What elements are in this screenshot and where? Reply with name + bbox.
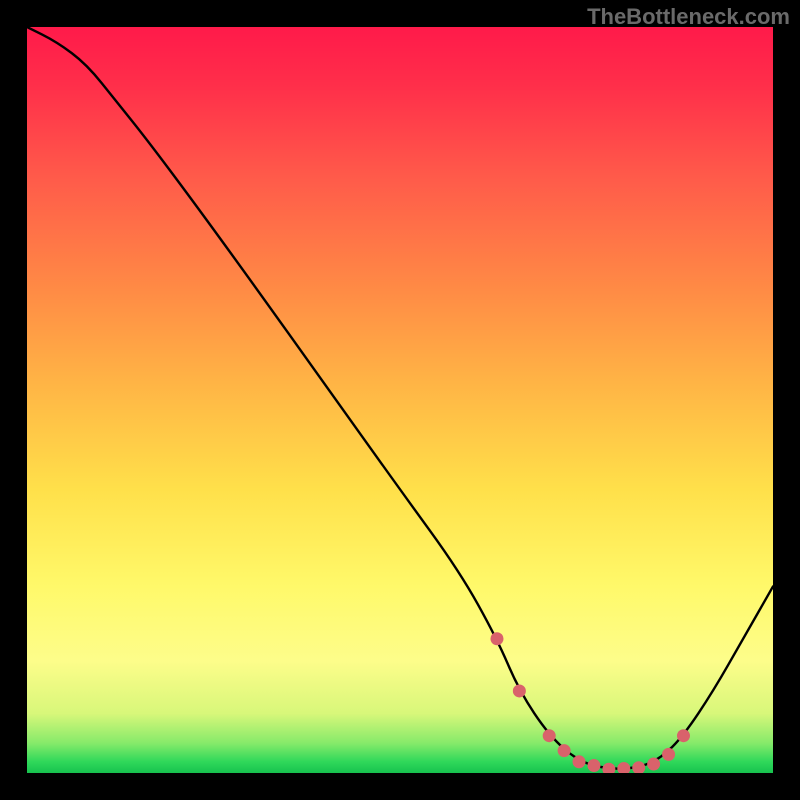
marker-dot	[543, 729, 556, 742]
marker-dot	[602, 763, 615, 773]
marker-dot	[513, 684, 526, 697]
chart-curve	[27, 27, 773, 769]
marker-dot	[558, 744, 571, 757]
marker-dot	[573, 755, 586, 768]
chart-marker-points	[490, 632, 689, 773]
marker-dot	[632, 761, 645, 773]
marker-dot	[647, 758, 660, 771]
marker-dot	[677, 729, 690, 742]
chart-overlay	[27, 27, 773, 773]
chart-plot-area	[27, 27, 773, 773]
marker-dot	[662, 748, 675, 761]
marker-dot	[617, 762, 630, 773]
watermark-text: TheBottleneck.com	[587, 4, 790, 30]
marker-dot	[490, 632, 503, 645]
marker-dot	[587, 759, 600, 772]
